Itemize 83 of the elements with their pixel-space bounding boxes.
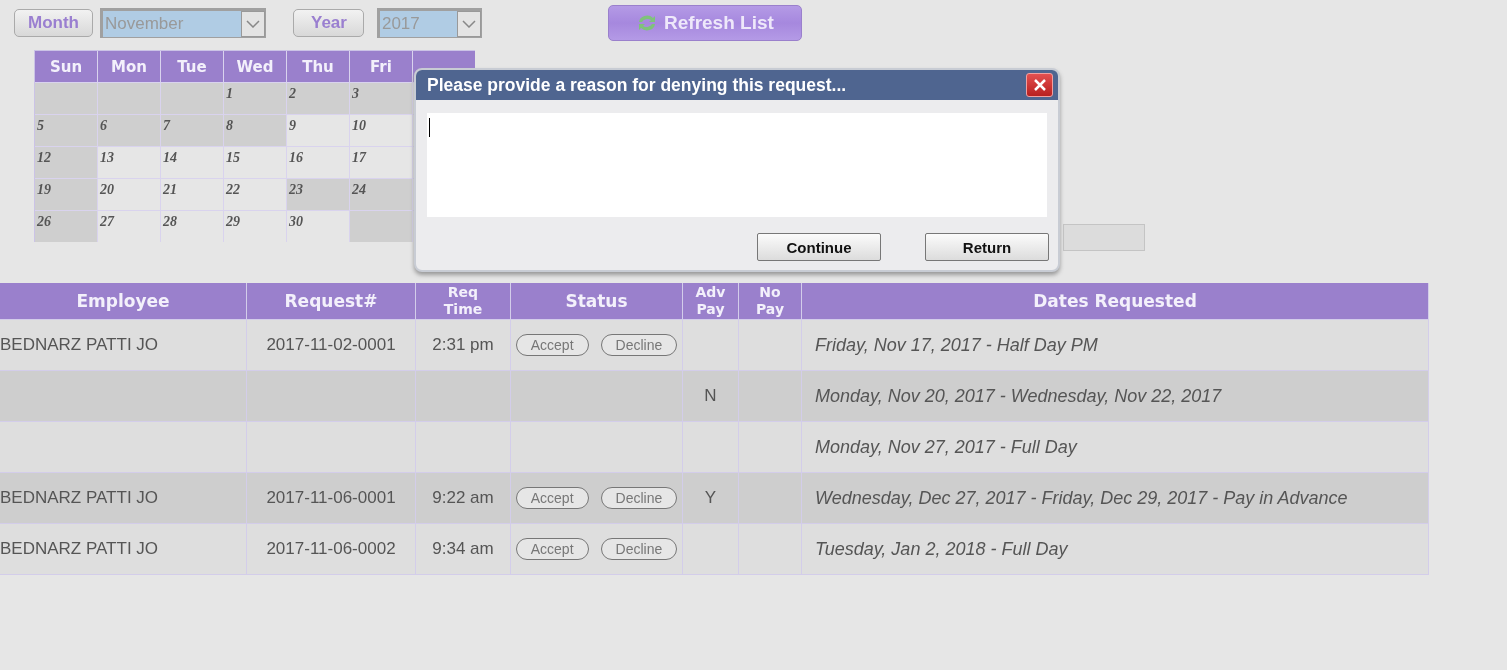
table-cell: 9:22 am xyxy=(416,473,510,523)
table-cell: Monday, Nov 20, 2017 - Wednesday, Nov 22, 2017 xyxy=(802,371,1428,421)
table-cell: N xyxy=(683,371,738,421)
dialog-button[interactable]: Return xyxy=(925,233,1049,261)
chevron-down-icon xyxy=(461,19,476,28)
close-icon xyxy=(1033,79,1046,91)
table-cell xyxy=(683,422,738,472)
table-cell xyxy=(739,422,801,472)
day-cell[interactable]: 13 xyxy=(98,147,160,178)
day-cell[interactable]: 9 xyxy=(287,115,349,146)
day-cell[interactable]: 5 xyxy=(35,115,97,146)
column-header: Employee xyxy=(0,283,246,319)
table-cell: Friday, Nov 17, 2017 - Half Day PM xyxy=(802,320,1428,370)
weekday-header: Mon xyxy=(98,51,160,82)
column-header: Request# xyxy=(247,283,415,319)
status-button[interactable]: Decline xyxy=(600,538,678,560)
day-cell[interactable] xyxy=(161,83,223,114)
day-cell[interactable]: 7 xyxy=(161,115,223,146)
year-button[interactable]: Year xyxy=(293,8,364,37)
day-cell[interactable]: 17 xyxy=(350,147,412,178)
day-cell[interactable]: 27 xyxy=(98,211,160,242)
day-cell[interactable]: 30 xyxy=(287,211,349,242)
day-cell[interactable] xyxy=(35,83,97,114)
text-cursor xyxy=(429,118,430,137)
table-cell: BEDNARZ PATTI JO xyxy=(0,473,246,523)
column-header: Status xyxy=(511,283,682,319)
table-cell: Tuesday, Jan 2, 2018 - Full Day xyxy=(802,524,1428,574)
table-cell: 2:31 pm xyxy=(416,320,510,370)
table-cell: Wednesday, Dec 27, 2017 - Friday, Dec 29, 2017 - Pay in Advance xyxy=(802,473,1428,523)
status-button[interactable]: Accept xyxy=(515,334,589,356)
day-cell[interactable]: 20 xyxy=(98,179,160,210)
weekday-header: Thu xyxy=(287,51,349,82)
reason-text-area[interactable] xyxy=(427,113,1047,217)
table-cell: Monday, Nov 27, 2017 - Full Day xyxy=(802,422,1428,472)
column-header: No Pay xyxy=(739,283,801,319)
table-cell xyxy=(739,320,801,370)
status-button[interactable]: Accept xyxy=(515,538,589,560)
table-cell: 2017-11-02-0001 xyxy=(247,320,415,370)
day-cell[interactable] xyxy=(98,83,160,114)
day-cell[interactable]: 23 xyxy=(287,179,349,210)
day-cell[interactable] xyxy=(350,211,412,242)
dialog-button[interactable]: Continue xyxy=(757,233,881,261)
day-cell[interactable]: 26 xyxy=(35,211,97,242)
table-cell: 2017-11-06-0001 xyxy=(247,473,415,523)
day-cell[interactable]: 16 xyxy=(287,147,349,178)
day-cell[interactable]: 2 xyxy=(287,83,349,114)
day-cell[interactable]: 6 xyxy=(98,115,160,146)
day-cell[interactable]: 8 xyxy=(224,115,286,146)
day-cell[interactable]: 10 xyxy=(350,115,412,146)
status-button[interactable]: Decline xyxy=(600,487,678,509)
table-cell: BEDNARZ PATTI JO xyxy=(0,524,246,574)
day-cell[interactable]: 12 xyxy=(35,147,97,178)
table-cell xyxy=(739,371,801,421)
day-cell[interactable]: 22 xyxy=(224,179,286,210)
day-cell[interactable]: 14 xyxy=(161,147,223,178)
weekday-header: Wed xyxy=(224,51,286,82)
weekday-header: Tue xyxy=(161,51,223,82)
column-header: Req Time xyxy=(416,283,510,319)
day-cell[interactable]: 21 xyxy=(161,179,223,210)
day-cell[interactable]: 3 xyxy=(350,83,412,114)
table-cell: BEDNARZ PATTI JO xyxy=(0,320,246,370)
table-cell: 2017-11-06-0002 xyxy=(247,524,415,574)
day-cell[interactable]: 28 xyxy=(161,211,223,242)
chevron-down-icon xyxy=(246,19,260,28)
table-cell: Y xyxy=(683,473,738,523)
status-button[interactable]: Decline xyxy=(600,334,678,356)
status-button[interactable]: Accept xyxy=(515,487,589,509)
month-button[interactable]: Month xyxy=(14,8,93,37)
table-cell xyxy=(739,524,801,574)
day-cell[interactable]: 29 xyxy=(224,211,286,242)
day-cell[interactable]: 19 xyxy=(35,179,97,210)
weekday-header: Fri xyxy=(350,51,412,82)
close-button[interactable] xyxy=(1026,73,1053,97)
column-header: Adv Pay xyxy=(683,283,738,319)
dialog-title: Please provide a reason for denying this request... xyxy=(427,74,847,96)
day-cell[interactable]: 15 xyxy=(224,147,286,178)
day-cell[interactable]: 1 xyxy=(224,83,286,114)
weekday-header: Sun xyxy=(35,51,97,82)
day-cell[interactable]: 24 xyxy=(350,179,412,210)
table-cell xyxy=(739,473,801,523)
text-field[interactable] xyxy=(1063,224,1145,251)
column-header: Dates Requested xyxy=(802,283,1428,319)
table-cell: 9:34 am xyxy=(416,524,510,574)
